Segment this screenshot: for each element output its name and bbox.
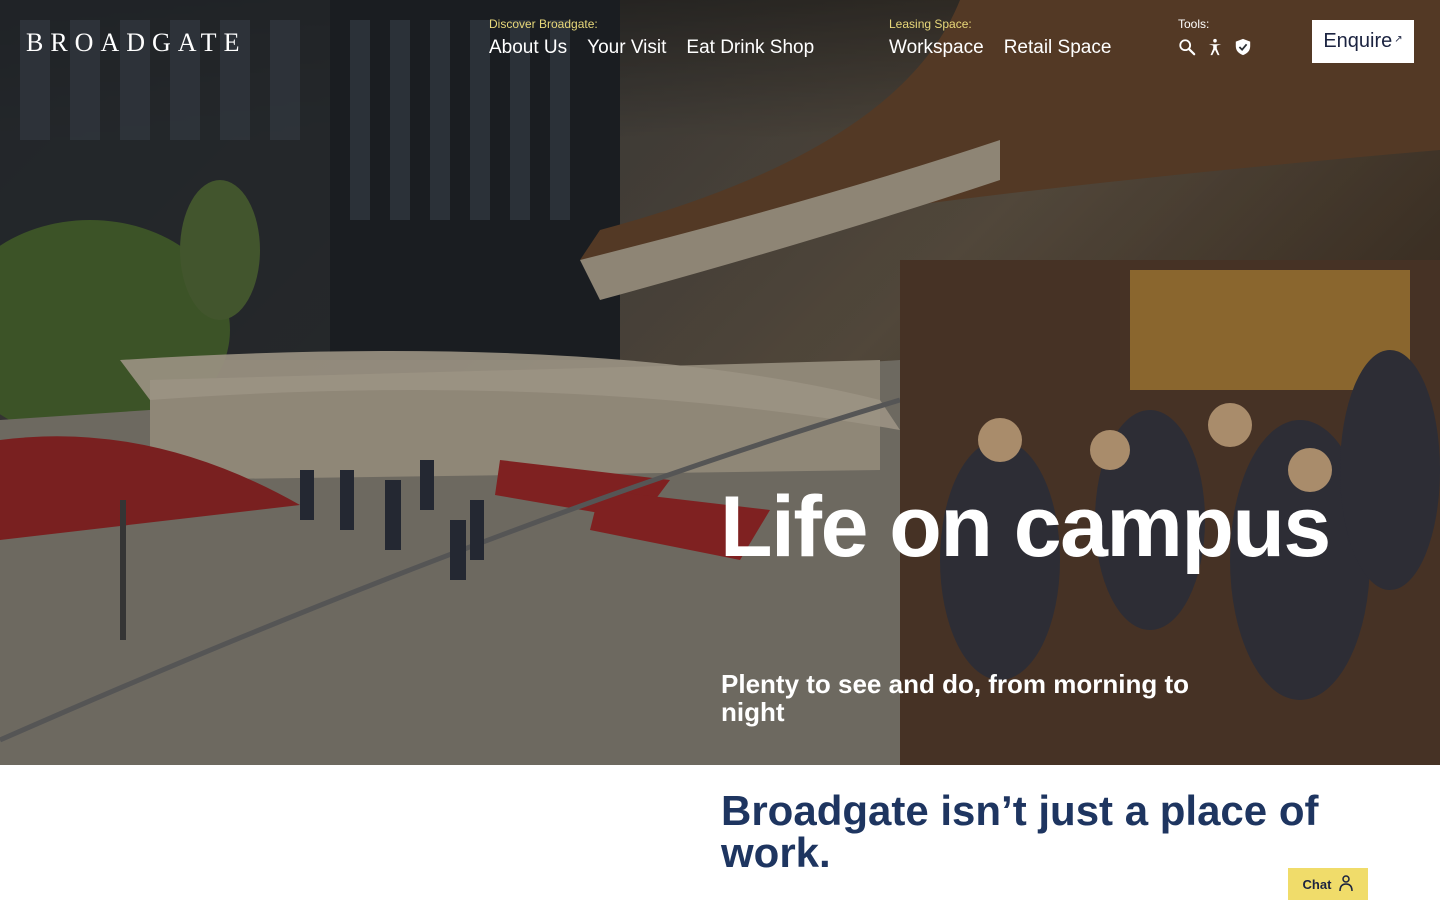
site-header: BROADGATE Discover Broadgate: About Us Y… [0, 0, 1440, 90]
hero-title: Life on campus [720, 479, 1331, 575]
nav-discover-caption: Discover Broadgate: [489, 17, 598, 31]
chat-label: Chat [1302, 876, 1332, 892]
person-icon [1339, 874, 1354, 895]
search-icon[interactable] [1178, 37, 1196, 57]
shield-check-icon[interactable] [1234, 37, 1252, 57]
nav-link-eat-drink-shop[interactable]: Eat Drink Shop [686, 37, 814, 59]
enquire-button[interactable]: Enquire ↗ [1312, 20, 1414, 63]
nav-leasing: Leasing Space: Workspace Retail Space [889, 17, 1111, 59]
nav-link-about-us[interactable]: About Us [489, 37, 567, 59]
nav-tools-caption: Tools: [1178, 17, 1210, 31]
nav-link-retail-space[interactable]: Retail Space [1004, 37, 1112, 59]
chat-button[interactable]: Chat [1288, 868, 1368, 900]
nav-tools: Tools: [1178, 17, 1252, 57]
nav-link-workspace[interactable]: Workspace [889, 37, 984, 59]
nav-discover: Discover Broadgate: About Us Your Visit … [489, 17, 814, 59]
intro-heading: Broadgate isn’t just a place of work. [721, 787, 1319, 876]
hero-subtitle: Plenty to see and do, from morning to ni… [721, 669, 1190, 727]
hero-banner [0, 0, 1440, 765]
nav-leasing-caption: Leasing Space: [889, 17, 972, 31]
broadgate-logo[interactable]: BROADGATE [26, 28, 246, 58]
accessibility-icon[interactable] [1206, 37, 1224, 57]
external-link-icon: ↗ [1394, 34, 1403, 45]
enquire-label: Enquire [1323, 30, 1393, 52]
hero-photo [0, 0, 1440, 765]
nav-link-your-visit[interactable]: Your Visit [587, 37, 666, 59]
